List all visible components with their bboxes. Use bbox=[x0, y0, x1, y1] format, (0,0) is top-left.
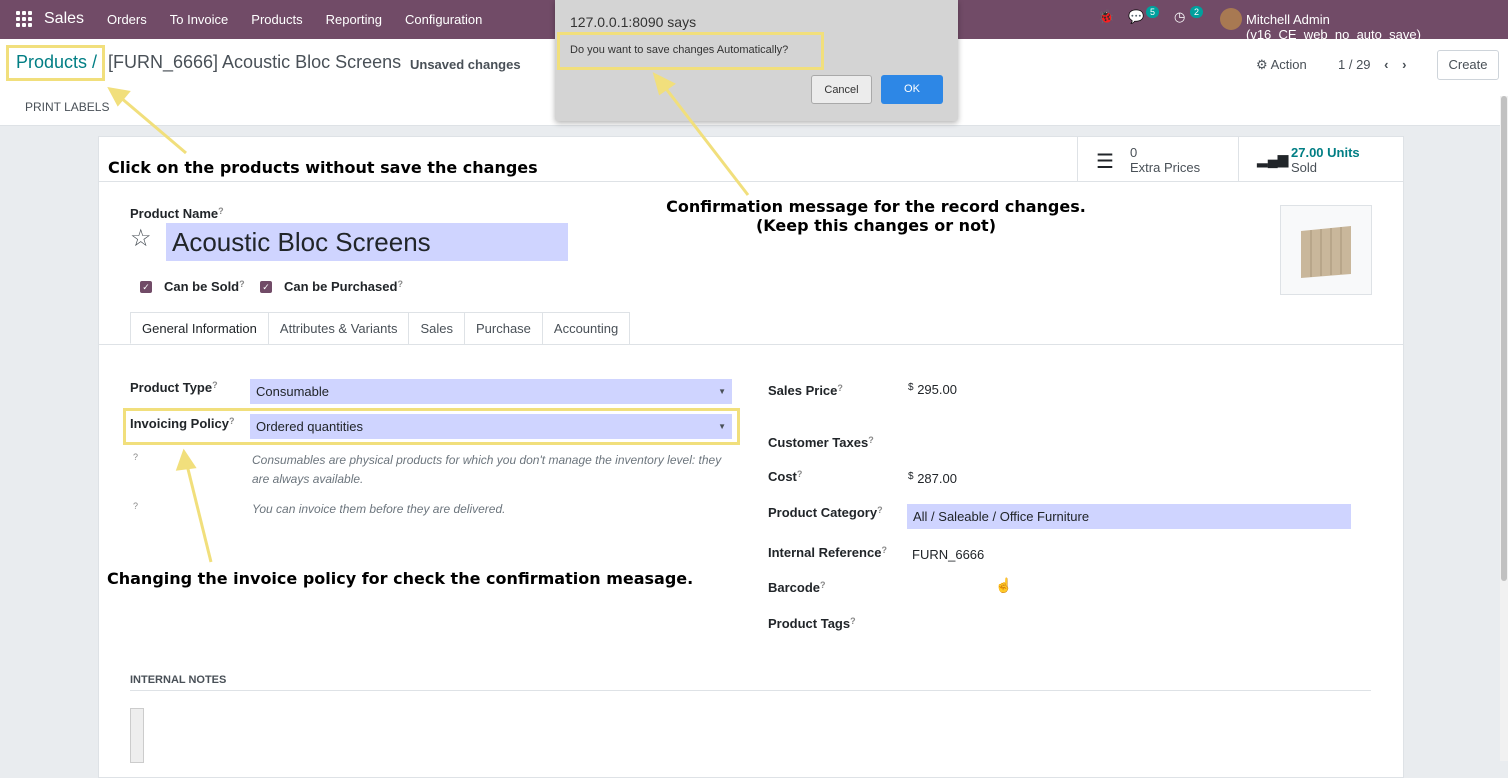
note-products: Click on the products without save the c… bbox=[108, 158, 538, 177]
note-confirm-line2: (Keep this changes or not) bbox=[755, 216, 997, 235]
note-confirm-line1: Confirmation message for the record chan… bbox=[666, 197, 1086, 216]
annotation-arrows bbox=[107, 72, 750, 563]
note-confirm: Confirmation message for the record chan… bbox=[646, 197, 1106, 235]
note-policy: Changing the invoice policy for check th… bbox=[107, 569, 694, 588]
